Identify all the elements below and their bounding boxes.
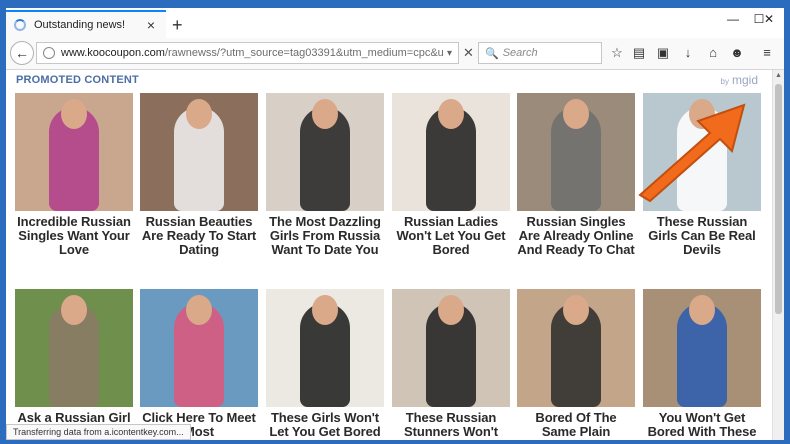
ad-caption[interactable]: The Most Dazzling Girls From Russia Want… bbox=[266, 215, 384, 257]
ad-card[interactable]: Bored Of The Same Plain bbox=[517, 289, 635, 439]
ad-card[interactable]: Ask a Russian Girl Out bbox=[15, 289, 133, 439]
ad-card[interactable]: Incredible Russian Singles Want Your Lov… bbox=[15, 93, 133, 257]
star-icon[interactable]: ☆ bbox=[608, 45, 626, 61]
chat-icon[interactable]: ☻ bbox=[728, 45, 746, 60]
ad-caption[interactable]: Russian Beauties Are Ready To Start Dati… bbox=[140, 215, 258, 257]
home-icon[interactable]: ⌂ bbox=[704, 45, 722, 60]
ad-caption[interactable]: Bored Of The Same Plain bbox=[517, 411, 635, 439]
ad-image[interactable] bbox=[643, 289, 761, 407]
ad-image[interactable] bbox=[392, 93, 510, 211]
arrow-icon bbox=[638, 103, 746, 203]
ad-image-head bbox=[689, 295, 715, 325]
reader-icon[interactable]: ▤ bbox=[630, 45, 648, 61]
ad-image-head bbox=[186, 295, 212, 325]
tab-outstanding-news[interactable]: Outstanding news! × bbox=[6, 10, 166, 38]
url-dropdown-icon[interactable]: ▾ bbox=[447, 48, 452, 59]
url-text[interactable]: www.koocoupon.com/rawnewss/?utm_source=t… bbox=[61, 47, 443, 59]
ad-caption[interactable]: These Russian Stunners Won't bbox=[392, 411, 510, 439]
ad-image[interactable] bbox=[266, 289, 384, 407]
menu-icon[interactable]: ≡ bbox=[758, 45, 776, 60]
ad-card[interactable]: The Most Dazzling Girls From Russia Want… bbox=[266, 93, 384, 257]
ad-caption[interactable]: These Russian Girls Can Be Real Devils bbox=[643, 215, 761, 257]
scrollbar-thumb[interactable] bbox=[775, 84, 782, 314]
ad-image-head bbox=[61, 295, 87, 325]
ad-caption[interactable]: You Won't Get Bored With These bbox=[643, 411, 761, 439]
ad-image-head bbox=[186, 99, 212, 129]
tab-close-icon[interactable]: × bbox=[144, 17, 158, 33]
ad-image[interactable] bbox=[15, 289, 133, 407]
ad-image-head bbox=[438, 99, 464, 129]
ad-image-head bbox=[312, 99, 338, 129]
mgid-logo[interactable]: by mgid bbox=[721, 73, 758, 87]
ad-caption[interactable]: These Girls Won't Let You Get Bored bbox=[266, 411, 384, 439]
new-tab-button[interactable]: + bbox=[172, 16, 183, 34]
nav-toolbar: ← www.koocoupon.com/rawnewss/?utm_source… bbox=[6, 38, 784, 70]
ad-image-head bbox=[563, 99, 589, 129]
stop-icon[interactable]: ✕ bbox=[463, 45, 474, 61]
ad-image[interactable] bbox=[140, 93, 258, 211]
close-window-button[interactable]: ✕ bbox=[754, 12, 784, 26]
search-placeholder: Search bbox=[502, 47, 538, 59]
loading-icon bbox=[14, 19, 26, 31]
ad-caption[interactable]: Russian Ladies Won't Let You Get Bored bbox=[392, 215, 510, 257]
browser-window: Outstanding news! × + — ☐ ✕ ← www.koocou… bbox=[0, 0, 790, 444]
scrollbar[interactable]: ▲ bbox=[772, 70, 784, 440]
ad-image-head bbox=[563, 295, 589, 325]
ad-card[interactable]: These Russian Stunners Won't bbox=[392, 289, 510, 439]
scroll-up-icon[interactable]: ▲ bbox=[775, 72, 782, 79]
ad-card[interactable]: Click Here To Meet Most bbox=[140, 289, 258, 439]
ad-caption[interactable]: Incredible Russian Singles Want Your Lov… bbox=[15, 215, 133, 257]
ad-image[interactable] bbox=[392, 289, 510, 407]
ad-card[interactable]: Russian Beauties Are Ready To Start Dati… bbox=[140, 93, 258, 257]
ad-caption[interactable]: Russian Singles Are Already Online And R… bbox=[517, 215, 635, 257]
url-bar[interactable]: www.koocoupon.com/rawnewss/?utm_source=t… bbox=[36, 42, 459, 64]
ad-image-head bbox=[438, 295, 464, 325]
promoted-content-label: PROMOTED CONTENT bbox=[16, 74, 139, 86]
ad-card[interactable]: Russian Ladies Won't Let You Get Bored bbox=[392, 93, 510, 257]
globe-icon bbox=[43, 47, 55, 59]
search-input[interactable]: 🔍 Search bbox=[478, 42, 602, 64]
ad-image-head bbox=[61, 99, 87, 129]
ad-image[interactable] bbox=[140, 289, 258, 407]
ad-image[interactable] bbox=[266, 93, 384, 211]
ad-card[interactable]: These Girls Won't Let You Get Bored bbox=[266, 289, 384, 439]
ad-image[interactable] bbox=[15, 93, 133, 211]
download-icon[interactable]: ↓ bbox=[679, 45, 697, 60]
ad-card[interactable]: You Won't Get Bored With These bbox=[643, 289, 761, 439]
status-bar: Transferring data from a.icontentkey.com… bbox=[6, 424, 191, 440]
search-icon: 🔍 bbox=[485, 47, 499, 60]
tab-title: Outstanding news! bbox=[34, 19, 126, 31]
back-button[interactable]: ← bbox=[10, 41, 34, 65]
ad-image-head bbox=[312, 295, 338, 325]
ad-image[interactable] bbox=[517, 289, 635, 407]
pocket-icon[interactable]: ▣ bbox=[654, 45, 672, 61]
